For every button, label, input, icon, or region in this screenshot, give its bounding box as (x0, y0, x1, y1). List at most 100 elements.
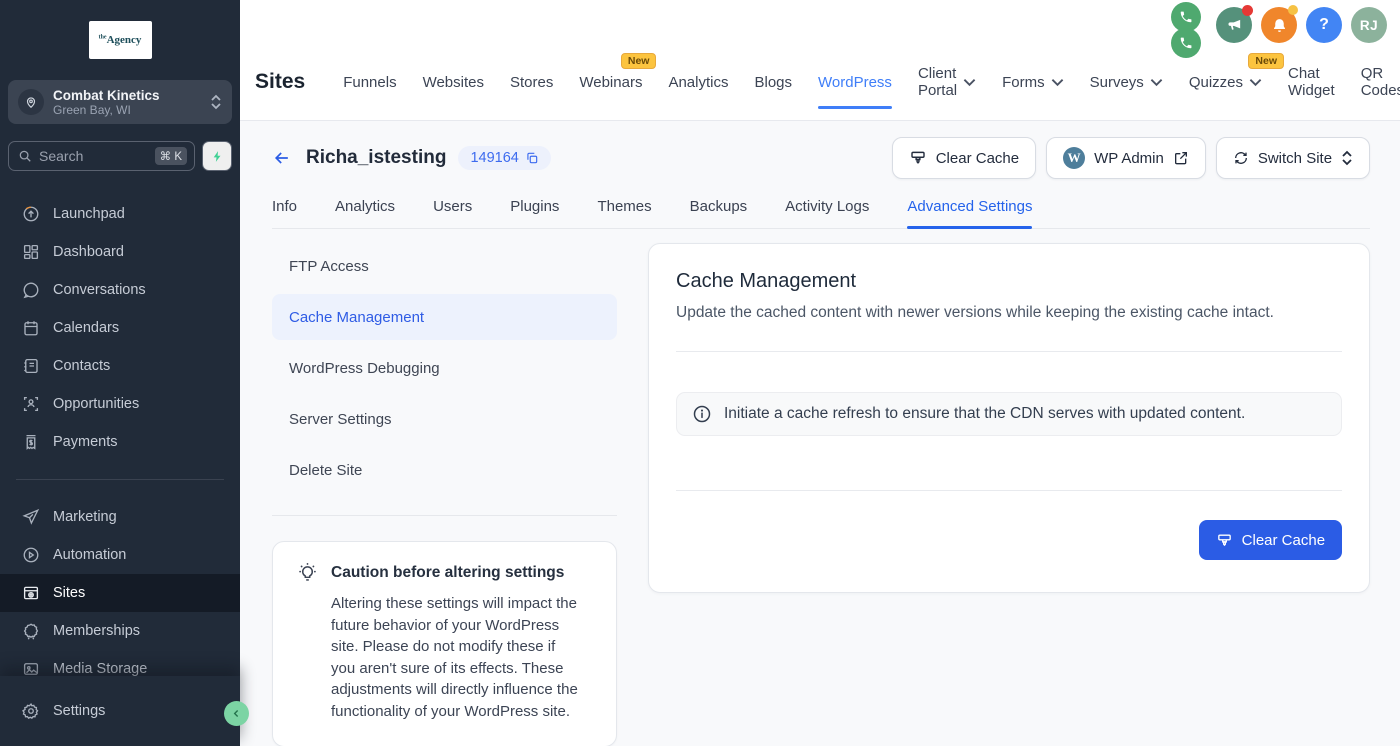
sidebar-item-label: Sites (53, 585, 85, 601)
user-avatar[interactable]: RJ (1351, 7, 1387, 43)
copy-icon (525, 151, 539, 165)
sidebar-item-label: Calendars (53, 320, 119, 336)
sidebar-item-label: Launchpad (53, 206, 125, 222)
location-text: Combat Kinetics Green Bay, WI (53, 88, 210, 117)
phone-buttons (1171, 2, 1201, 54)
tab-activity-logs[interactable]: Activity Logs (785, 190, 869, 228)
caution-card: Caution before altering settings Alterin… (272, 541, 617, 746)
tab-wordpress[interactable]: WordPress (818, 70, 892, 95)
sidebar-item-label: Conversations (53, 282, 146, 298)
external-link-icon (1173, 150, 1189, 166)
new-badge: New (621, 53, 657, 69)
lightbulb-icon (297, 562, 318, 583)
sidebar-item-label: Opportunities (53, 396, 139, 412)
site-header-left: Richa_istesting 149164 (272, 146, 551, 170)
settings-nav-ftp-access[interactable]: FTP Access (272, 243, 617, 289)
notification-dot (1288, 5, 1298, 15)
clear-cache-icon (1216, 532, 1233, 549)
search-input[interactable] (39, 148, 155, 164)
wordpress-logo-icon: W (1063, 147, 1085, 169)
opportunities-icon (22, 395, 40, 413)
tab-info[interactable]: Info (272, 190, 297, 228)
chat-bubble-icon (22, 281, 40, 299)
tab-forms[interactable]: Forms (1002, 70, 1064, 95)
search-shortcut-kbd: ⌘ K (155, 147, 187, 165)
chevron-down-icon (1150, 78, 1163, 87)
announcements-button[interactable] (1216, 7, 1252, 43)
help-button[interactable]: ? (1306, 7, 1342, 43)
tab-analytics[interactable]: Analytics (668, 70, 728, 95)
lightning-bolt-icon (211, 149, 224, 164)
tab-quizzes[interactable]: Quizzes New (1189, 70, 1262, 95)
tab-users[interactable]: Users (433, 190, 472, 228)
caution-card-header: Caution before altering settings (297, 562, 592, 583)
tab-funnels[interactable]: Funnels (343, 70, 396, 95)
switch-site-button[interactable]: Switch Site (1216, 137, 1370, 179)
tab-blogs[interactable]: Blogs (754, 70, 792, 95)
tab-analytics[interactable]: Analytics (335, 190, 395, 228)
settings-nav-cache-management[interactable]: Cache Management (272, 294, 617, 340)
tab-chat-widget[interactable]: ChatWidget (1288, 61, 1335, 103)
sidebar-item-label: Payments (53, 434, 117, 450)
sidebar-item-opportunities[interactable]: Opportunities (0, 385, 240, 423)
chevron-up-down-icon (210, 94, 222, 110)
app-root: theAgency Combat Kinetics Green Bay, WI … (0, 0, 1400, 746)
location-pin-icon (18, 89, 44, 115)
tab-webinars[interactable]: Webinars New (579, 70, 642, 95)
sidebar-item-calendars[interactable]: Calendars (0, 309, 240, 347)
tab-surveys[interactable]: Surveys (1090, 70, 1163, 95)
tab-client-portal[interactable]: ClientPortal (918, 61, 976, 103)
sidebar-item-launchpad[interactable]: Launchpad (0, 195, 240, 233)
settings-columns: FTP Access Cache Management WordPress De… (272, 243, 1370, 746)
sidebar-item-label: Automation (53, 547, 126, 563)
info-alert-text: Initiate a cache refresh to ensure that … (724, 405, 1245, 423)
site-header-actions: Clear Cache W WP Admin Switch Site (892, 137, 1370, 179)
sidebar-item-sites[interactable]: Sites (0, 574, 240, 612)
search-input-wrapper[interactable]: ⌘ K (8, 141, 195, 171)
settings-nav-wordpress-debugging[interactable]: WordPress Debugging (272, 345, 617, 391)
tab-qr-codes[interactable]: QRCodes (1361, 61, 1400, 103)
page-title: Sites (255, 70, 305, 94)
launchpad-icon (22, 205, 40, 223)
settings-main: Cache Management Update the cached conte… (648, 243, 1370, 593)
sidebar: theAgency Combat Kinetics Green Bay, WI … (0, 0, 240, 746)
quick-actions-button[interactable] (202, 141, 232, 171)
settings-nav-server-settings[interactable]: Server Settings (272, 396, 617, 442)
clear-cache-button[interactable]: Clear Cache (1199, 520, 1342, 560)
notifications-button[interactable] (1261, 7, 1297, 43)
cache-management-card: Cache Management Update the cached conte… (648, 243, 1370, 593)
tab-websites[interactable]: Websites (423, 70, 484, 95)
sidebar-item-dashboard[interactable]: Dashboard (0, 233, 240, 271)
settings-sidebar: FTP Access Cache Management WordPress De… (272, 243, 617, 746)
sidebar-item-payments[interactable]: Payments (0, 423, 240, 461)
location-switcher[interactable]: Combat Kinetics Green Bay, WI (8, 80, 232, 124)
settings-nav-delete-site[interactable]: Delete Site (272, 447, 617, 493)
phone-icon[interactable] (1171, 28, 1201, 58)
quick-icons-cluster: ? RJ (1171, 5, 1387, 54)
card-description: Update the cached content with newer ver… (676, 304, 1342, 322)
card-actions: Clear Cache (676, 520, 1342, 560)
tab-backups[interactable]: Backups (690, 190, 748, 228)
tab-themes[interactable]: Themes (597, 190, 651, 228)
agency-logo-box: theAgency (89, 21, 152, 59)
sidebar-item-automation[interactable]: Automation (0, 536, 240, 574)
switch-icon (1233, 150, 1249, 166)
site-id-badge[interactable]: 149164 (458, 146, 550, 170)
sidebar-divider (16, 479, 224, 480)
chevron-left-icon (231, 708, 242, 719)
sidebar-item-conversations[interactable]: Conversations (0, 271, 240, 309)
sidebar-collapse-button[interactable] (224, 701, 249, 726)
sidebar-item-marketing[interactable]: Marketing (0, 498, 240, 536)
tab-plugins[interactable]: Plugins (510, 190, 559, 228)
sidebar-item-settings[interactable]: Settings (0, 692, 240, 730)
back-button[interactable] (272, 148, 292, 168)
tab-stores[interactable]: Stores (510, 70, 553, 95)
content-area: Richa_istesting 149164 Clear Cache (240, 121, 1400, 746)
sidebar-item-memberships[interactable]: Memberships (0, 612, 240, 650)
tab-advanced-settings[interactable]: Advanced Settings (907, 190, 1032, 228)
clear-cache-header-button[interactable]: Clear Cache (892, 137, 1036, 179)
sidebar-item-contacts[interactable]: Contacts (0, 347, 240, 385)
avatar-initials: RJ (1360, 18, 1378, 33)
wp-admin-button[interactable]: W WP Admin (1046, 137, 1206, 179)
notification-dot (1242, 5, 1253, 16)
